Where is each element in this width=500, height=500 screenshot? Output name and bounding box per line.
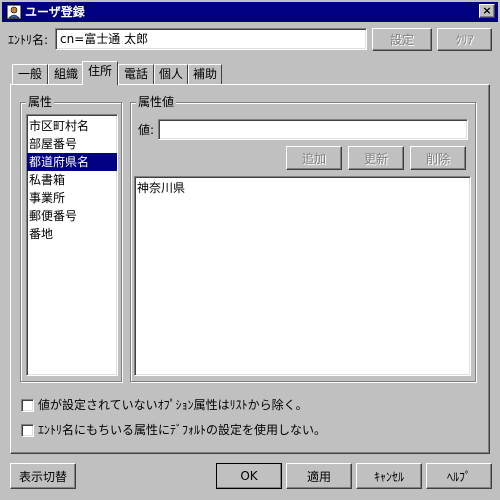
exclude-unset-optional-label: 値が設定されていないｵﾌﾟｼｮﾝ属性はﾘｽﾄから除く。 — [38, 398, 308, 412]
entry-name-input[interactable]: cn=富士通 太郎 — [55, 28, 367, 50]
app-icon — [6, 4, 22, 20]
list-item[interactable]: 市区町村名 — [27, 117, 117, 135]
close-icon: × — [482, 4, 492, 17]
cancel-button[interactable]: ｷｬﾝｾﾙ — [356, 463, 422, 489]
user-registration-window: ユーザ登録 × ｴﾝﾄﾘ名: cn=富士通 太郎 設定 ｸﾘｱ 一般 組織 住所… — [0, 0, 500, 500]
toggle-view-button[interactable]: 表示切替 — [10, 463, 76, 489]
window-title: ユーザ登録 — [25, 5, 85, 19]
delete-button[interactable]: 削除 — [410, 146, 466, 170]
tab-general[interactable]: 一般 — [12, 64, 48, 84]
list-item[interactable]: 都道府県名 — [27, 153, 117, 171]
tab-auxiliary[interactable]: 補助 — [188, 64, 222, 84]
value-input[interactable] — [158, 119, 468, 140]
value-label: 値: — [138, 123, 155, 137]
close-button[interactable]: × — [479, 4, 495, 18]
list-item[interactable]: 私書箱 — [27, 171, 117, 189]
exclude-unset-optional-checkbox[interactable] — [21, 399, 34, 412]
list-item[interactable]: 事業所 — [27, 189, 117, 207]
tab-organization[interactable]: 組織 — [48, 64, 84, 84]
update-button[interactable]: 更新 — [348, 146, 404, 170]
settings-button[interactable]: 設定 — [372, 28, 432, 51]
attribute-values-group-label: 属性値 — [136, 95, 177, 109]
help-button[interactable]: ﾍﾙﾌﾟ — [426, 463, 492, 489]
list-item[interactable]: 郵便番号 — [27, 207, 117, 225]
list-item[interactable]: 神奈川県 — [135, 179, 470, 197]
tab-phone[interactable]: 電話 — [118, 64, 154, 84]
add-button[interactable]: 追加 — [286, 146, 342, 170]
no-default-entry-attrs-label: ｴﾝﾄﾘ名にもちいる属性にﾃﾞﾌｫﾙﾄの設定を使用しない。 — [38, 423, 327, 437]
title-bar[interactable]: ユーザ登録 × — [2, 2, 498, 22]
attributes-list[interactable]: 市区町村名 部屋番号 都道府県名 私書箱 事業所 郵便番号 番地 — [26, 114, 118, 376]
attributes-group-label: 属性 — [26, 95, 55, 109]
clear-button[interactable]: ｸﾘｱ — [437, 28, 492, 51]
no-default-entry-attrs-checkbox[interactable] — [21, 424, 34, 437]
tab-personal[interactable]: 個人 — [154, 64, 188, 84]
attribute-values-list[interactable]: 神奈川県 — [134, 176, 471, 376]
list-item[interactable]: 部屋番号 — [27, 135, 117, 153]
list-item[interactable]: 番地 — [27, 225, 117, 243]
apply-button[interactable]: 適用 — [286, 463, 352, 489]
tab-address[interactable]: 住所 — [82, 61, 118, 85]
ok-button[interactable]: OK — [216, 463, 282, 489]
entry-name-label: ｴﾝﾄﾘ名: — [8, 33, 49, 47]
